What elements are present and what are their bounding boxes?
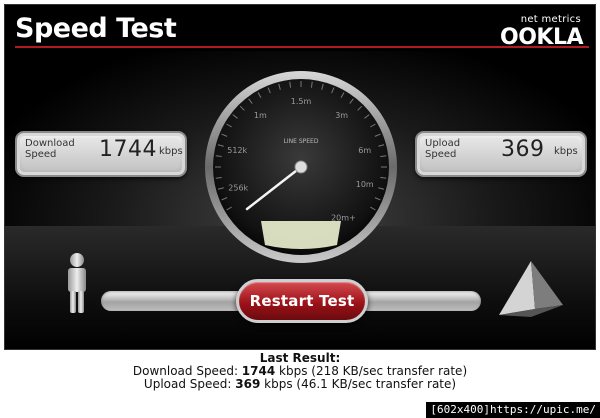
upload-speed-value: 369: [501, 137, 545, 162]
download-speed-unit: kbps: [159, 146, 183, 157]
app-title: Speed Test: [15, 13, 177, 44]
upload-speed-label: Upload Speed: [425, 138, 461, 160]
gauge-tick-label: 512k: [227, 146, 247, 155]
gauge-tick-label: 256k: [228, 183, 248, 192]
upload-speed-unit: kbps: [554, 146, 578, 157]
download-result-value: 1744: [241, 364, 276, 378]
person-icon: [68, 253, 86, 313]
gauge-readout-window: [261, 221, 341, 249]
gauge-tick-label: 3m: [335, 111, 348, 120]
speed-gauge: 512k1m1.5m3m6m10m20m+256k LINE SPEED: [205, 71, 397, 263]
brand-logo: net metrics OOKLA: [495, 14, 585, 50]
gauge-center-label: LINE SPEED: [284, 138, 319, 145]
speed-test-widget: Speed Test net metrics OOKLA Download Sp…: [4, 4, 596, 350]
gauge-tick-label: 1m: [254, 111, 267, 120]
upload-result-value: 369: [235, 377, 261, 391]
download-speed-value: 1744: [99, 137, 157, 162]
brand-name: OOKLA: [500, 25, 584, 50]
gauge-tick-label: 6m: [358, 146, 371, 155]
download-speed-panel: Download Speed 1744 kbps: [15, 131, 187, 177]
watermark: [602x400]https://upic.me/: [426, 402, 600, 418]
restart-test-button[interactable]: Restart Test: [236, 279, 368, 323]
brand-tagline: net metrics: [520, 14, 581, 25]
gauge-tick-label: 1.5m: [291, 97, 312, 106]
gauge-tick-label: 10m: [356, 180, 374, 189]
gauge-hub: [294, 160, 308, 174]
last-result-summary: Last Result: Download Speed: 1744 kbps (…: [0, 352, 600, 391]
download-speed-label: Download Speed: [25, 138, 75, 160]
server-pyramid-icon: [499, 261, 563, 317]
upload-speed-panel: Upload Speed 369 kbps: [415, 131, 587, 177]
upload-result-line: Upload Speed: 369 kbps (46.1 KB/sec tran…: [143, 377, 457, 391]
test-stage: Download Speed 1744 kbps Upload Speed 36…: [5, 51, 595, 349]
